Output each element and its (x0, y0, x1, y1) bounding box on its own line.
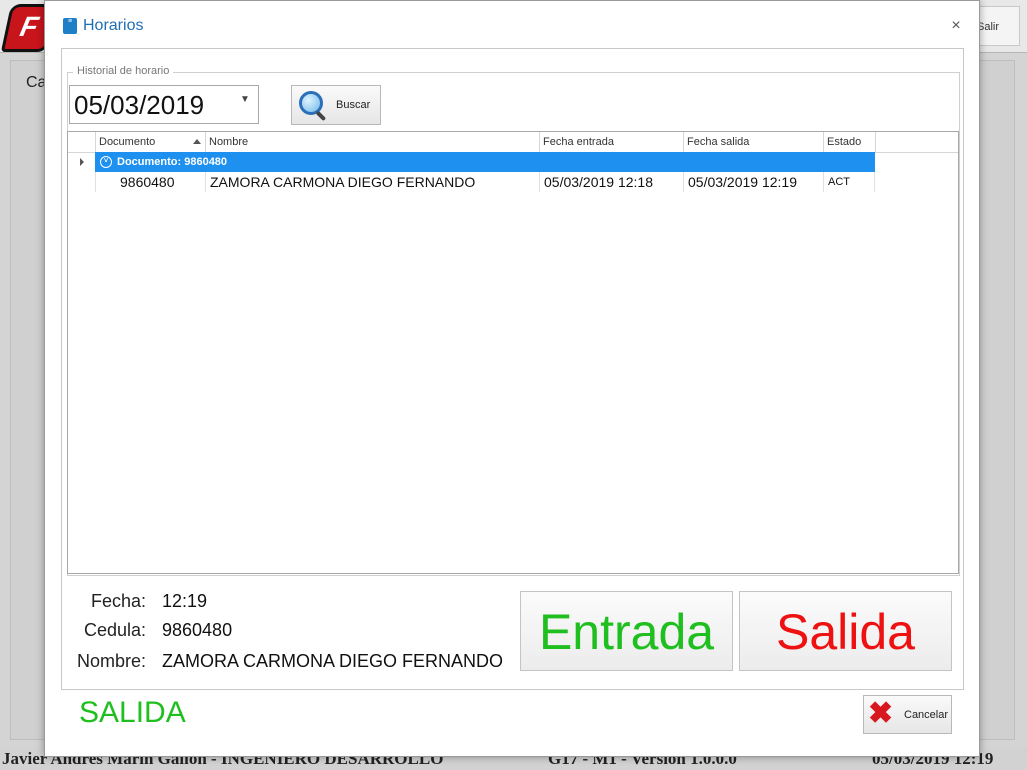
fecha-value: 12:19 (162, 591, 208, 611)
column-header-documento[interactable]: Documento (95, 132, 205, 152)
search-label: Buscar (336, 99, 371, 111)
column-header-fecha-salida[interactable]: Fecha salida (683, 132, 823, 152)
grid-header: Documento Nombre Fecha entrada Fecha sal… (68, 132, 958, 153)
horarios-dialog: ≡ Horarios × Historial de horario 05/03/… (44, 0, 980, 757)
column-header-nombre[interactable]: Nombre (205, 132, 539, 152)
cell-documento: 9860480 (95, 172, 205, 192)
app-icon: ≡ (63, 18, 77, 34)
history-grid[interactable]: Documento Nombre Fecha entrada Fecha sal… (67, 131, 959, 574)
close-icon[interactable]: × (945, 15, 967, 37)
grid-group-row[interactable]: ˅ Documento: 9860480 (95, 152, 875, 172)
collapse-icon[interactable]: ˅ (100, 156, 112, 168)
magnifier-handle-icon (315, 110, 327, 122)
red-x-icon: ✖ (868, 697, 894, 730)
group-row-label: Documento: 9860480 (117, 156, 228, 168)
sort-ascending-icon (193, 139, 201, 144)
entrada-button[interactable]: Entrada (520, 591, 733, 671)
group-legend: Historial de horario (73, 65, 174, 77)
date-picker[interactable]: 05/03/2019 ▼ (69, 85, 259, 124)
fecha-label: Fecha: (90, 591, 146, 611)
cedula-label: Cedula: (83, 620, 146, 640)
status-text: SALIDA (79, 696, 186, 729)
nombre-value: ZAMORA CARMONA DIEGO FERNANDO (162, 651, 504, 671)
cell-fecha-salida: 05/03/2019 12:19 (683, 172, 823, 192)
cell-estado: ACT (823, 172, 875, 192)
table-row[interactable]: 9860480 ZAMORA CARMONA DIEGO FERNANDO 05… (95, 172, 875, 192)
salida-button[interactable]: Salida (739, 591, 952, 671)
cancel-label: Cancelar (904, 709, 949, 721)
cancel-button[interactable]: ✖ Cancelar (863, 695, 952, 734)
dialog-title: Horarios (83, 17, 144, 34)
column-header-estado[interactable]: Estado (823, 132, 875, 152)
column-header-filler (875, 132, 958, 152)
search-button[interactable]: Buscar (291, 85, 381, 125)
column-header-fecha-entrada[interactable]: Fecha entrada (539, 132, 683, 152)
dropdown-caret-icon[interactable]: ▼ (240, 94, 250, 105)
row-indicator-icon (80, 158, 84, 166)
cell-nombre: ZAMORA CARMONA DIEGO FERNANDO (205, 172, 539, 192)
nombre-label: Nombre: (76, 651, 146, 671)
date-value: 05/03/2019 (74, 90, 205, 120)
cell-fecha-entrada: 05/03/2019 12:18 (539, 172, 683, 192)
cedula-value: 9860480 (162, 620, 233, 640)
